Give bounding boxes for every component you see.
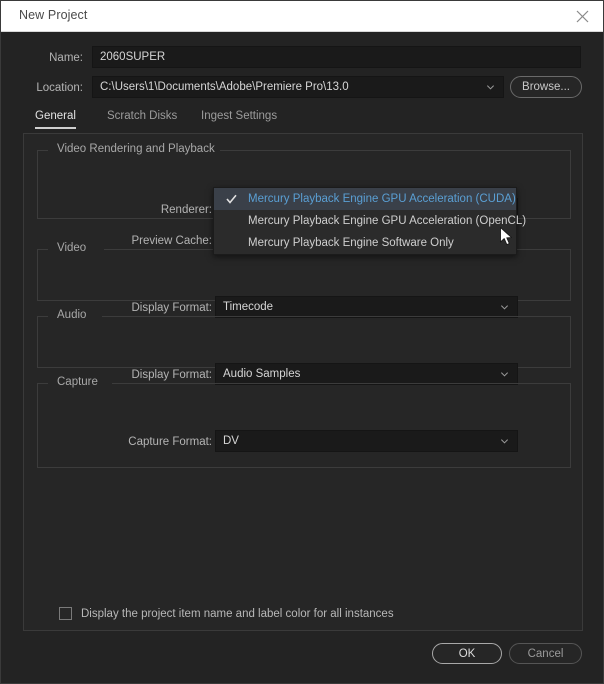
group-border-line [102,316,570,317]
chevron-down-icon [500,372,509,377]
audio-display-format-value: Audio Samples [223,368,301,380]
group-capture: Capture [37,376,571,468]
group-video: Video [37,242,571,301]
chevron-down-icon [500,439,509,444]
tab-general[interactable]: General [35,110,76,129]
dropdown-item-opencl-label: Mercury Playback Engine GPU Acceleration… [248,215,527,227]
tab-scratch-disks[interactable]: Scratch Disks [107,110,177,127]
new-project-dialog: New Project Name: 2060SUPER Location: C:… [0,0,604,684]
browse-button-label: Browse... [522,81,570,93]
video-display-format-combo[interactable]: Timecode [215,296,518,318]
audio-display-format-label: Display Format: [131,369,212,381]
check-icon [226,194,237,204]
dropdown-item-software-only-label: Mercury Playback Engine Software Only [248,237,454,249]
close-glyph [576,10,588,22]
tab-scratch-disks-label: Scratch Disks [107,110,178,122]
dialog-body: Name: 2060SUPER Location: C:\Users\1\Doc… [1,32,603,683]
renderer-label: Renderer: [160,204,212,216]
capture-format-combo[interactable]: DV [215,430,518,452]
location-label: Location: [36,82,83,94]
video-display-format-value: Timecode [223,301,274,313]
group-capture-title: Capture [52,376,103,388]
tab-general-label: General [35,110,76,122]
cancel-button-label: Cancel [527,647,564,660]
capture-format-value: DV [223,435,239,447]
capture-format-label: Capture Format: [128,436,212,448]
name-label: Name: [49,52,83,64]
display-project-item-name-checkbox[interactable]: Display the project item name and label … [59,607,394,620]
title-bar: New Project [1,1,603,32]
checkbox-label: Display the project item name and label … [81,607,394,620]
close-icon[interactable] [559,1,603,31]
chevron-down-icon [500,305,509,310]
dropdown-item-cuda-label: Mercury Playback Engine GPU Acceleration… [248,193,516,205]
window-title: New Project [19,8,88,22]
audio-display-format-combo[interactable]: Audio Samples [215,363,518,385]
dropdown-item-software-only[interactable]: Mercury Playback Engine Software Only [214,232,516,254]
tab-ingest-settings-label: Ingest Settings [201,110,278,122]
browse-button[interactable]: Browse... [510,76,582,98]
cancel-button[interactable]: Cancel [509,643,582,664]
preview-cache-label: Preview Cache: [131,235,212,247]
group-audio: Audio [37,309,571,368]
tab-bar: General Scratch Disks Ingest Settings [23,110,583,132]
ok-button-label: OK [458,647,476,660]
renderer-dropdown-menu[interactable]: Mercury Playback Engine GPU Acceleration… [213,187,526,255]
dropdown-item-cuda[interactable]: Mercury Playback Engine GPU Acceleration… [214,188,516,210]
group-border-line [112,383,570,384]
tab-ingest-settings[interactable]: Ingest Settings [201,110,277,127]
group-video-title: Video [52,242,92,254]
video-display-format-label: Display Format: [131,302,212,314]
ok-button[interactable]: OK [432,643,502,664]
name-input[interactable]: 2060SUPER [92,46,581,68]
group-video-rendering-title: Video Rendering and Playback [52,143,220,155]
location-combo[interactable]: C:\Users\1\Documents\Adobe\Premiere Pro\… [92,76,504,98]
location-combo-value: C:\Users\1\Documents\Adobe\Premiere Pro\… [100,81,349,93]
name-input-value: 2060SUPER [100,51,166,63]
group-border-line [206,150,570,151]
group-audio-title: Audio [52,309,92,321]
dropdown-item-opencl[interactable]: Mercury Playback Engine GPU Acceleration… [214,210,526,232]
checkbox-box [59,607,72,620]
chevron-down-icon [486,85,495,90]
